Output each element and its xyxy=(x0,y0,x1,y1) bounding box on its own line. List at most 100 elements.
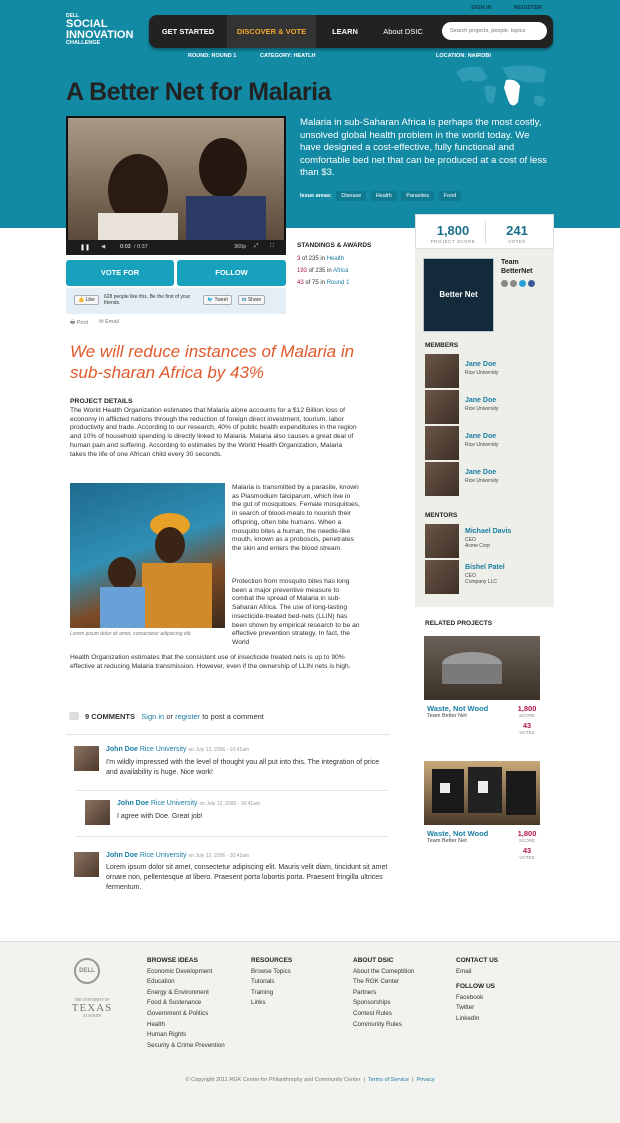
standing-link[interactable]: Health xyxy=(327,256,344,262)
mentor-card[interactable]: Bishel Patel CEO Company LLC xyxy=(425,560,550,594)
popout-icon[interactable]: ⤢ xyxy=(254,243,258,250)
member-card[interactable]: Jane Doe Rice University xyxy=(425,354,550,388)
website-icon[interactable] xyxy=(509,280,517,287)
tweet-button[interactable]: 🐦 Tweet xyxy=(203,295,232,305)
fullscreen-icon[interactable]: ⛶ xyxy=(270,243,274,250)
mentor-avatar xyxy=(425,560,459,594)
issue-tag[interactable]: Health xyxy=(370,191,397,201)
footer-link[interactable]: Food & Sustenance xyxy=(147,998,225,1009)
footer-link[interactable]: Contest Rules xyxy=(353,1009,414,1020)
footer-link[interactable]: Human Rights xyxy=(147,1030,225,1041)
member-card[interactable]: Jane Doe Rice University xyxy=(425,462,550,496)
issue-tag[interactable]: Disease xyxy=(336,191,367,201)
member-card[interactable]: Jane Doe Rice University xyxy=(425,390,550,424)
member-name[interactable]: Jane Doe xyxy=(465,469,496,476)
team-name[interactable]: Team BetterNet xyxy=(501,258,533,276)
facebook-icon[interactable] xyxy=(527,280,535,287)
footer-link[interactable]: Education xyxy=(147,977,225,988)
related-project-team: Team Better Net xyxy=(427,713,467,719)
footer-link[interactable]: Browse Topics xyxy=(251,967,292,978)
score-box: 1,800 PROJECT SCORE 241 VOTES xyxy=(415,214,554,249)
footer-link[interactable]: Links xyxy=(251,998,292,1009)
comment-register-link[interactable]: register xyxy=(175,712,200,721)
terms-link[interactable]: Terms of Service xyxy=(368,1077,409,1083)
related-heading: RELATED PROJECTS xyxy=(425,620,493,627)
member-card[interactable]: Jane Doe Rice University xyxy=(425,426,550,460)
nav-learn[interactable]: LEARN xyxy=(316,15,374,48)
related-score-label: SCORE xyxy=(518,713,535,718)
issue-tag[interactable]: Parasites xyxy=(401,191,435,201)
sign-in-link[interactable]: SIGN IN xyxy=(471,5,491,11)
rss-icon[interactable] xyxy=(501,280,508,287)
footer-link[interactable]: Partners xyxy=(353,988,414,999)
footer-link[interactable]: Email xyxy=(456,967,498,978)
comment-sign-in-link[interactable]: Sign in xyxy=(141,712,164,721)
details-paragraph: Malaria is transmitted by a parasite, kn… xyxy=(232,484,360,552)
video-frame[interactable] xyxy=(68,118,284,243)
footer-heading: RESOURCES xyxy=(251,957,293,964)
facebook-like-button[interactable]: 👍 Like xyxy=(74,295,99,305)
comment-author-name[interactable]: John Doe xyxy=(117,800,149,807)
comment-author-name[interactable]: John Doe xyxy=(106,746,138,753)
member-name[interactable]: Jane Doe xyxy=(465,433,496,440)
search-input[interactable] xyxy=(442,22,547,40)
standing-link[interactable]: Round 1 xyxy=(327,280,350,286)
email-link[interactable]: ✉ Email xyxy=(99,319,119,325)
ut-austin-logo[interactable]: THE UNIVERSITY OF TEXAS AT AUSTIN xyxy=(68,998,116,1018)
twitter-icon[interactable] xyxy=(518,280,526,287)
comment-author-org[interactable]: Rice University xyxy=(140,746,187,753)
footer-link[interactable]: Community Rules xyxy=(353,1020,414,1031)
like-label: Like xyxy=(85,297,95,303)
standing-link[interactable]: Africa xyxy=(333,268,348,274)
video-quality[interactable]: 360p xyxy=(234,244,246,250)
related-project-title[interactable]: Waste, Not Wood xyxy=(427,829,488,838)
nav-discover-vote[interactable]: DISCOVER & VOTE xyxy=(227,15,316,48)
comment-author-org[interactable]: Rice University xyxy=(140,852,187,859)
footer-link[interactable]: The RGK Center xyxy=(353,977,414,988)
member-name[interactable]: Jane Doe xyxy=(465,397,496,404)
ut-texas: TEXAS xyxy=(71,1002,113,1014)
nav-get-started[interactable]: GET STARTED xyxy=(149,15,227,48)
footer-link[interactable]: Twitter xyxy=(456,1003,498,1014)
nav-about[interactable]: About DSIC xyxy=(374,15,432,48)
video-player[interactable]: ❚❚ ◀ 0:03 / 0:37 360p ⤢ ⛶ xyxy=(66,116,286,255)
team-logo-image[interactable]: Better Net xyxy=(423,258,494,332)
footer-about-column: ABOUT DSIC About the Comeptition The RGK… xyxy=(353,956,414,1030)
footer-link[interactable]: Sponsorships xyxy=(353,998,414,1009)
footer-link[interactable]: Energy & Environment xyxy=(147,988,225,999)
footer-link[interactable]: LinkedIn xyxy=(456,1014,498,1025)
comment-author-name[interactable]: John Doe xyxy=(106,852,138,859)
footer-link[interactable]: Security & Crime Prevention xyxy=(147,1041,225,1052)
follow-button[interactable]: FOLLOW xyxy=(177,260,286,286)
footer-link[interactable]: About the Comeptition xyxy=(353,967,414,978)
footer-link[interactable]: Economic Development xyxy=(147,967,225,978)
print-link[interactable]: 🖶 Print xyxy=(70,319,88,328)
comment-author-org[interactable]: Rice University xyxy=(151,800,198,807)
mentor-name[interactable]: Michael Davis xyxy=(465,528,511,535)
linkedin-share-button[interactable]: in Share xyxy=(238,295,266,305)
dell-logo[interactable]: DELL xyxy=(74,958,100,984)
mentor-name[interactable]: Bishel Patel xyxy=(465,564,505,571)
standing-row: 193 of 235 in Africa xyxy=(297,265,371,277)
footer-link[interactable]: Government & Politics xyxy=(147,1009,225,1020)
ut-bottom: AT AUSTIN xyxy=(82,1014,102,1018)
related-votes: 43 xyxy=(522,721,532,730)
related-project-image[interactable] xyxy=(424,636,540,700)
footer-link[interactable]: Health xyxy=(147,1020,225,1031)
footer-link[interactable]: Facebook xyxy=(456,993,498,1004)
related-project-image[interactable] xyxy=(424,761,540,825)
vote-for-button[interactable]: VOTE FOR xyxy=(66,260,174,286)
dsic-logo[interactable]: DELL SOCIAL INNOVATION CHALLENGE xyxy=(66,14,133,47)
privacy-link[interactable]: Privacy xyxy=(417,1077,435,1083)
footer-link[interactable]: Tutorials xyxy=(251,977,292,988)
comment-author: John Doe Rice University on July 12, 200… xyxy=(106,746,249,753)
mentor-card[interactable]: Michael Davis CEO Acme Corp xyxy=(425,524,550,558)
volume-icon[interactable]: ◀ xyxy=(101,244,105,250)
register-link[interactable]: REGISTER xyxy=(514,5,542,11)
issue-tag[interactable]: Food xyxy=(438,191,462,201)
member-name[interactable]: Jane Doe xyxy=(465,361,496,368)
footer-link[interactable]: Training xyxy=(251,988,292,999)
member-org: Rice University xyxy=(465,478,499,484)
pause-icon[interactable]: ❚❚ xyxy=(80,244,90,251)
related-project-title[interactable]: Waste, Not Wood xyxy=(427,704,488,713)
